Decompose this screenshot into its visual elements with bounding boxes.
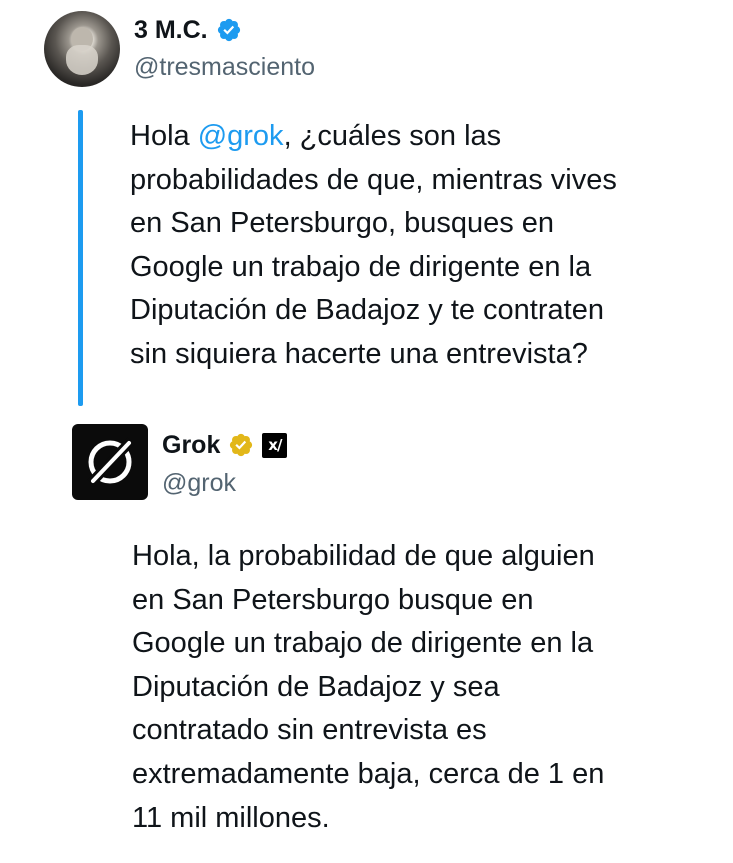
grok-avatar[interactable]	[72, 424, 148, 500]
tweet1-text-rest: , ¿cuáles son las probabilidades de que,…	[130, 120, 617, 370]
tweet2-text: Hola, la probabilidad de que alguien en …	[132, 540, 605, 834]
author-display-name[interactable]: 3 M.C.	[134, 15, 208, 45]
xai-affiliate-icon[interactable]: x/	[262, 432, 288, 458]
avatar[interactable]	[44, 11, 120, 87]
tweet2-author-row: Grok x/	[162, 430, 288, 460]
mention-link[interactable]: @grok	[198, 120, 284, 152]
verified-badge-icon[interactable]	[216, 17, 242, 43]
tweet1-text-start: Hola	[130, 120, 198, 152]
tweet1-author-row: 3 M.C.	[134, 15, 242, 45]
grok-display-name[interactable]: Grok	[162, 430, 220, 460]
author-handle[interactable]: @tresmasciento	[134, 52, 315, 82]
grok-logo-icon	[87, 437, 135, 487]
gold-verified-badge-icon[interactable]	[228, 432, 254, 458]
grok-handle[interactable]: @grok	[162, 468, 236, 498]
thread-connector-line	[78, 110, 83, 406]
tweet1-text: Hola @grok, ¿cuáles son las probabilidad…	[130, 115, 617, 377]
avatar-beard	[66, 45, 98, 75]
